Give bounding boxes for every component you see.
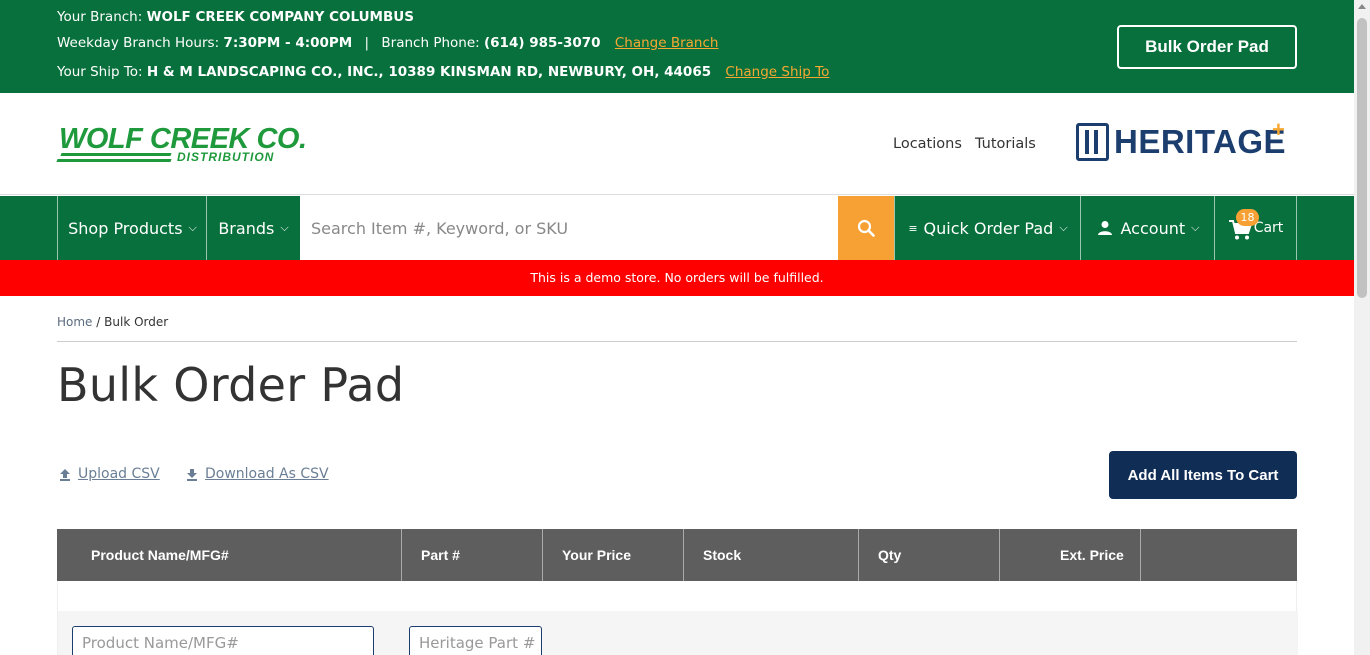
chevron-down-icon: ⌵ (280, 221, 289, 234)
brands-label: Brands (218, 218, 275, 238)
logo-sub: DISTRIBUTION (177, 150, 275, 164)
column-divider (858, 529, 859, 581)
column-divider (1140, 529, 1141, 581)
main-nav: Shop Products ⌵ Brands ⌵ ≡ Quick Order P… (0, 196, 1354, 260)
product-name-input[interactable] (72, 626, 374, 655)
cart-button[interactable]: Cart (1214, 196, 1297, 260)
column-product-name: Product Name/MFG# (91, 547, 229, 563)
phone-label: Branch Phone: (381, 35, 480, 51)
column-your-price: Your Price (562, 547, 631, 563)
download-csv-link[interactable]: Download As CSV (186, 466, 329, 482)
column-qty: Qty (878, 547, 902, 563)
breadcrumb-separator: / (96, 315, 101, 329)
shipto-value: H & M LANDSCAPING CO., INC., 10389 KINSM… (146, 64, 712, 80)
account-menu[interactable]: Account ⌵ (1080, 196, 1215, 260)
upload-csv-label: Upload CSV (78, 466, 160, 482)
hours-label: Weekday Branch Hours: (57, 35, 220, 51)
hours-value: 7:30PM - 4:00PM (223, 35, 353, 51)
hours-line: Weekday Branch Hours: 7:30PM - 4:00PM | … (57, 35, 718, 51)
demo-store-banner: This is a demo store. No orders will be … (0, 260, 1354, 296)
bulk-order-table-body (57, 581, 1298, 655)
shop-products-menu[interactable]: Shop Products ⌵ (57, 196, 207, 260)
shop-products-label: Shop Products (68, 218, 183, 238)
part-number-input[interactable] (409, 626, 542, 655)
change-branch-link[interactable]: Change Branch (615, 35, 719, 51)
heritage-logo[interactable]: HERITAGE + (1076, 117, 1291, 163)
heritage-plus: + (1272, 117, 1285, 142)
breadcrumb-home-link[interactable]: Home (57, 315, 92, 329)
column-divider (683, 529, 684, 581)
page-title: Bulk Order Pad (57, 358, 405, 412)
branch-line: Your Branch: WOLF CREEK COMPANY COLUMBUS (57, 9, 414, 25)
scrollbar-thumb[interactable] (1357, 18, 1367, 298)
shipto-line: Your Ship To: H & M LANDSCAPING CO., INC… (57, 64, 829, 80)
bulk-order-table-header: Product Name/MFG# Part # Your Price Stoc… (57, 529, 1297, 581)
column-divider (542, 529, 543, 581)
chevron-down-icon: ⌵ (1059, 221, 1068, 234)
branch-info-bar: Your Branch: WOLF CREEK COMPANY COLUMBUS… (0, 0, 1354, 93)
heritage-mark-icon (1076, 123, 1109, 161)
change-shipto-link[interactable]: Change Ship To (725, 64, 829, 80)
site-header: WOLF CREEK CO. DISTRIBUTION Locations Tu… (0, 93, 1354, 195)
logo-stripe (60, 153, 172, 156)
column-ext-price: Ext. Price (1060, 547, 1124, 563)
quick-order-pad-menu[interactable]: ≡ Quick Order Pad ⌵ (894, 196, 1081, 260)
tutorials-link[interactable]: Tutorials (975, 136, 1036, 152)
breadcrumb-current: Bulk Order (104, 315, 169, 329)
bulk-order-pad-button[interactable]: Bulk Order Pad (1117, 25, 1297, 69)
separator: | (364, 35, 370, 51)
page-scrollbar[interactable] (1354, 0, 1370, 655)
quick-order-pad-label: Quick Order Pad (923, 218, 1054, 238)
cart-count-badge: 18 (1236, 209, 1259, 226)
search-icon (857, 219, 875, 237)
wolf-creek-logo[interactable]: WOLF CREEK CO. DISTRIBUTION (56, 123, 307, 167)
phone-value: (614) 985-3070 (483, 35, 601, 51)
upload-icon (60, 468, 70, 481)
column-divider (999, 529, 1000, 581)
search-box (300, 196, 838, 260)
scroll-up-icon[interactable] (1358, 4, 1366, 9)
branch-label: Your Branch: (57, 9, 143, 25)
breadcrumb: Home / Bulk Order (57, 315, 168, 329)
search-button[interactable] (838, 196, 894, 260)
chevron-down-icon: ⌵ (188, 221, 197, 234)
account-label: Account (1120, 218, 1186, 238)
column-part-number: Part # (421, 547, 460, 563)
locations-link[interactable]: Locations (893, 136, 962, 152)
brands-menu[interactable]: Brands ⌵ (206, 196, 300, 260)
add-all-to-cart-button[interactable]: Add All Items To Cart (1109, 451, 1297, 499)
chevron-down-icon: ⌵ (1191, 221, 1200, 234)
column-divider (401, 529, 402, 581)
download-csv-label: Download As CSV (205, 466, 329, 482)
upload-csv-link[interactable]: Upload CSV (59, 466, 160, 482)
heritage-wordmark: HERITAGE (1114, 123, 1287, 160)
download-icon (187, 468, 197, 481)
branch-name: WOLF CREEK COMPANY COLUMBUS (146, 9, 414, 25)
user-icon (1097, 221, 1112, 235)
divider (57, 341, 1297, 342)
list-icon: ≡ (908, 221, 918, 235)
logo-stripe (56, 159, 172, 162)
search-input[interactable] (300, 196, 838, 260)
column-stock: Stock (703, 547, 742, 563)
cart-label: Cart (1253, 220, 1284, 236)
shipto-label: Your Ship To: (57, 64, 143, 80)
